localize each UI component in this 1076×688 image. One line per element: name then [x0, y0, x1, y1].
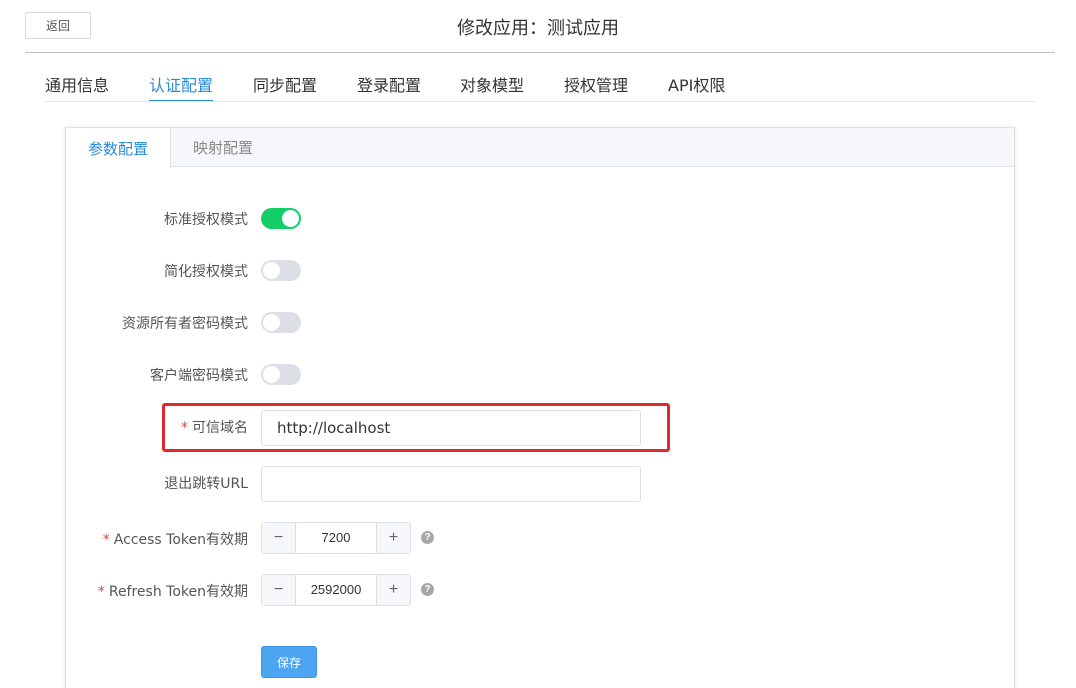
refresh-token-help-icon[interactable]: ? [421, 583, 434, 596]
password-auth-switch[interactable] [261, 312, 301, 333]
tabs-divider [45, 101, 1035, 102]
password-auth-label: 资源所有者密码模式 [122, 316, 248, 332]
trusted-domain-label: * 可信域名 [181, 417, 248, 437]
logout-url-label: 退出跳转URL [164, 476, 248, 492]
page-title: 修改应用：测试应用 [457, 18, 619, 39]
logout-url-input[interactable] [261, 466, 641, 502]
refresh-token-increment-button[interactable]: + [376, 575, 410, 605]
refresh-token-label: * Refresh Token有效期 [98, 581, 248, 601]
access-token-value[interactable]: 7200 [296, 523, 376, 553]
refresh-token-stepper: − 2592000 + [261, 574, 411, 606]
refresh-token-value[interactable]: 2592000 [296, 575, 376, 605]
standard-auth-label: 标准授权模式 [164, 212, 248, 228]
sub-tabs: 参数配置 映射配置 [66, 128, 1014, 168]
access-token-label-text: Access Token有效期 [113, 532, 248, 548]
tab-sync-config[interactable]: 同步配置 [253, 72, 317, 102]
access-token-stepper: − 7200 + [261, 522, 411, 554]
save-button[interactable]: 保存 [261, 646, 317, 678]
tab-api-permissions[interactable]: API权限 [668, 72, 725, 102]
required-mark: * [97, 584, 105, 600]
refresh-token-label-text: Refresh Token有效期 [108, 584, 248, 600]
tab-object-model[interactable]: 对象模型 [460, 72, 524, 102]
tab-login-config[interactable]: 登录配置 [357, 72, 421, 102]
implicit-auth-switch[interactable] [261, 260, 301, 281]
client-auth-switch[interactable] [261, 364, 301, 385]
standard-auth-switch[interactable] [261, 208, 301, 229]
access-token-increment-button[interactable]: + [376, 523, 410, 553]
required-mark: * [181, 420, 188, 436]
required-mark: * [102, 532, 110, 548]
implicit-auth-label: 简化授权模式 [164, 264, 248, 280]
trusted-domain-label-text: 可信域名 [192, 420, 248, 436]
access-token-decrement-button[interactable]: − [262, 523, 296, 553]
refresh-token-decrement-button[interactable]: − [262, 575, 296, 605]
tab-auth-config[interactable]: 认证配置 [149, 72, 214, 102]
tab-general-info[interactable]: 通用信息 [45, 72, 109, 102]
client-auth-label: 客户端密码模式 [150, 368, 248, 384]
subtab-parameter-config[interactable]: 参数配置 [66, 128, 171, 168]
access-token-help-icon[interactable]: ? [421, 531, 434, 544]
access-token-label: * Access Token有效期 [103, 529, 248, 549]
header-divider [25, 52, 1055, 53]
trusted-domain-input[interactable]: http://localhost [261, 410, 641, 446]
subtab-mapping-config[interactable]: 映射配置 [171, 128, 275, 167]
tab-authorization-management[interactable]: 授权管理 [564, 72, 628, 102]
